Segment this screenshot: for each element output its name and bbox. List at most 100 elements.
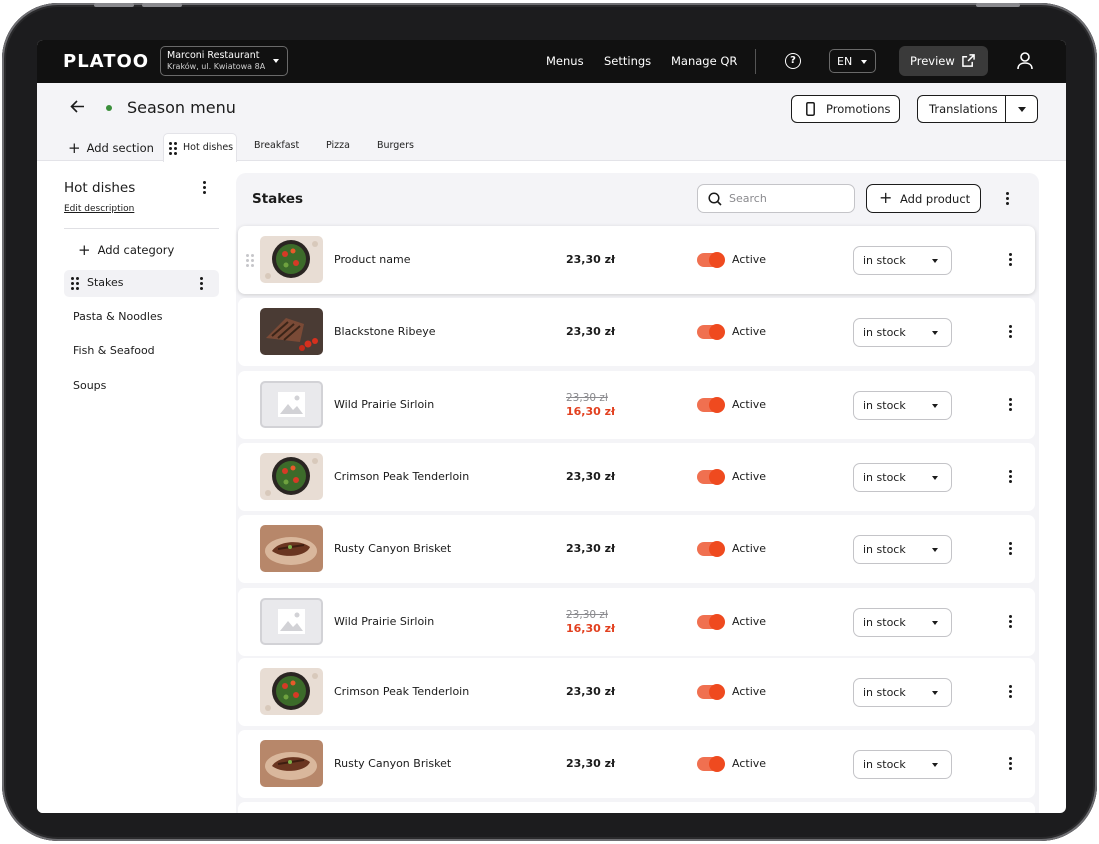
tab-label: Hot dishes xyxy=(183,142,234,153)
tab-burgers[interactable]: Burgers xyxy=(377,140,414,151)
tab-breakfast[interactable]: Breakfast xyxy=(254,140,299,151)
drag-handle-icon[interactable] xyxy=(169,142,177,155)
language-label: EN xyxy=(837,55,853,68)
help-icon[interactable]: ? xyxy=(785,53,801,69)
add-product-button[interactable]: + Add product xyxy=(866,184,981,213)
preview-label: Preview xyxy=(910,54,955,68)
preview-button[interactable]: Preview xyxy=(899,46,988,76)
more-options-icon[interactable] xyxy=(203,181,206,196)
sidebar-item-fish-seafood[interactable]: Fish & Seafood xyxy=(73,344,155,357)
chevron-down-icon xyxy=(861,60,867,64)
more-options-icon[interactable] xyxy=(1009,253,1012,268)
table-row[interactable]: Blackstone Ribeye 23,30 zł Active in sto… xyxy=(238,298,1035,366)
chevron-down-icon[interactable] xyxy=(1018,107,1026,112)
table-row[interactable] xyxy=(238,802,1035,813)
more-options-icon[interactable] xyxy=(1009,542,1012,557)
table-row[interactable]: Rusty Canyon Brisket 23,30 zł Active in … xyxy=(238,730,1035,798)
top-navigation-bar: PLATOO Marconi Restaurant Kraków, ul. Kw… xyxy=(37,40,1066,83)
product-image xyxy=(260,668,323,715)
stock-select[interactable]: in stock xyxy=(853,608,952,637)
app-logo[interactable]: PLATOO xyxy=(63,51,149,72)
active-toggle[interactable] xyxy=(697,684,725,700)
active-toggle[interactable] xyxy=(697,469,725,485)
sidebar-item-pasta-noodles[interactable]: Pasta & Noodles xyxy=(73,310,162,323)
chevron-down-icon xyxy=(932,621,938,625)
search-input[interactable]: Search xyxy=(697,184,855,213)
tab-hot-dishes[interactable]: Hot dishes xyxy=(163,133,237,162)
product-price: 23,30 zł xyxy=(566,253,616,266)
add-category-label: Add category xyxy=(97,243,175,257)
more-options-icon[interactable] xyxy=(1009,470,1012,485)
chevron-down-icon xyxy=(932,548,938,552)
nav-menus[interactable]: Menus xyxy=(546,54,584,68)
more-options-icon[interactable] xyxy=(1006,192,1009,207)
chevron-down-icon xyxy=(932,476,938,480)
tab-pizza[interactable]: Pizza xyxy=(326,140,350,151)
nav-manage-qr[interactable]: Manage QR xyxy=(671,54,737,68)
drag-handle-icon[interactable] xyxy=(71,277,79,290)
language-selector[interactable]: EN xyxy=(829,49,876,73)
search-icon xyxy=(708,192,722,206)
translations-button[interactable]: Translations xyxy=(917,95,1038,123)
table-row[interactable]: Crimson Peak Tenderloin 23,30 zł Active … xyxy=(238,443,1035,511)
more-options-icon[interactable] xyxy=(1009,615,1012,630)
status-label: Active xyxy=(732,325,767,338)
product-image xyxy=(260,308,323,355)
product-price: 23,30 zł xyxy=(566,470,616,483)
product-name: Rusty Canyon Brisket xyxy=(334,542,452,555)
restaurant-selector[interactable]: Marconi Restaurant Kraków, ul. Kwiatowa … xyxy=(160,46,288,76)
drag-handle-icon[interactable] xyxy=(246,254,254,267)
restaurant-name: Marconi Restaurant xyxy=(167,50,260,61)
status-label: Active xyxy=(732,470,767,483)
stock-select[interactable]: in stock xyxy=(853,750,952,779)
search-placeholder: Search xyxy=(729,192,767,205)
status-label: Active xyxy=(732,685,767,698)
active-toggle[interactable] xyxy=(697,541,725,557)
divider xyxy=(755,49,756,74)
chevron-down-icon xyxy=(273,59,279,63)
stock-select[interactable]: in stock xyxy=(853,535,952,564)
stock-select[interactable]: in stock xyxy=(853,391,952,420)
promotions-button[interactable]: Promotions xyxy=(791,95,900,123)
active-toggle[interactable] xyxy=(697,324,725,340)
section-title: Hot dishes xyxy=(64,180,136,196)
stock-select[interactable]: in stock xyxy=(853,246,952,275)
stock-select[interactable]: in stock xyxy=(853,678,952,707)
image-placeholder-icon xyxy=(260,381,323,428)
sidebar-item-soups[interactable]: Soups xyxy=(73,379,106,392)
stock-value: in stock xyxy=(863,471,906,484)
active-toggle[interactable] xyxy=(697,756,725,772)
edit-description-link[interactable]: Edit description xyxy=(64,204,134,214)
product-name: Product name xyxy=(334,253,411,266)
sidebar-item-stakes[interactable]: Stakes xyxy=(64,270,219,297)
more-options-icon[interactable] xyxy=(1009,325,1012,340)
product-price: 23,30 zł xyxy=(566,542,616,555)
active-toggle[interactable] xyxy=(697,614,725,630)
table-row[interactable]: Wild Prairie Sirloin 23,30 zł 16,30 zł A… xyxy=(238,588,1035,656)
user-icon[interactable] xyxy=(1017,52,1033,70)
product-name: Crimson Peak Tenderloin xyxy=(334,685,470,698)
active-toggle[interactable] xyxy=(697,252,725,268)
product-name: Wild Prairie Sirloin xyxy=(334,398,435,411)
nav-settings[interactable]: Settings xyxy=(604,54,651,68)
stock-select[interactable]: in stock xyxy=(853,318,952,347)
tablet-frame: PLATOO Marconi Restaurant Kraków, ul. Kw… xyxy=(2,3,1097,841)
more-options-icon[interactable] xyxy=(1009,398,1012,413)
active-toggle[interactable] xyxy=(697,397,725,413)
table-row[interactable]: Product name 23,30 zł Active in stock xyxy=(238,226,1035,294)
product-price: 23,30 zł xyxy=(566,685,616,698)
more-options-icon[interactable] xyxy=(200,277,203,292)
add-section-button[interactable]: + Add section xyxy=(68,139,154,157)
table-row[interactable]: Rusty Canyon Brisket 23,30 zł Active in … xyxy=(238,515,1035,583)
back-arrow-icon[interactable] xyxy=(70,100,85,113)
stock-select[interactable]: in stock xyxy=(853,463,952,492)
plus-icon: + xyxy=(78,241,91,259)
product-name: Rusty Canyon Brisket xyxy=(334,757,452,770)
more-options-icon[interactable] xyxy=(1009,685,1012,700)
table-row[interactable]: Wild Prairie Sirloin 23,30 zł 16,30 zł A… xyxy=(238,371,1035,439)
plus-icon: + xyxy=(879,188,893,207)
volume-button xyxy=(94,3,134,7)
table-row[interactable]: Crimson Peak Tenderloin 23,30 zł Active … xyxy=(238,658,1035,726)
more-options-icon[interactable] xyxy=(1009,757,1012,772)
add-category-button[interactable]: + Add category xyxy=(78,241,174,259)
